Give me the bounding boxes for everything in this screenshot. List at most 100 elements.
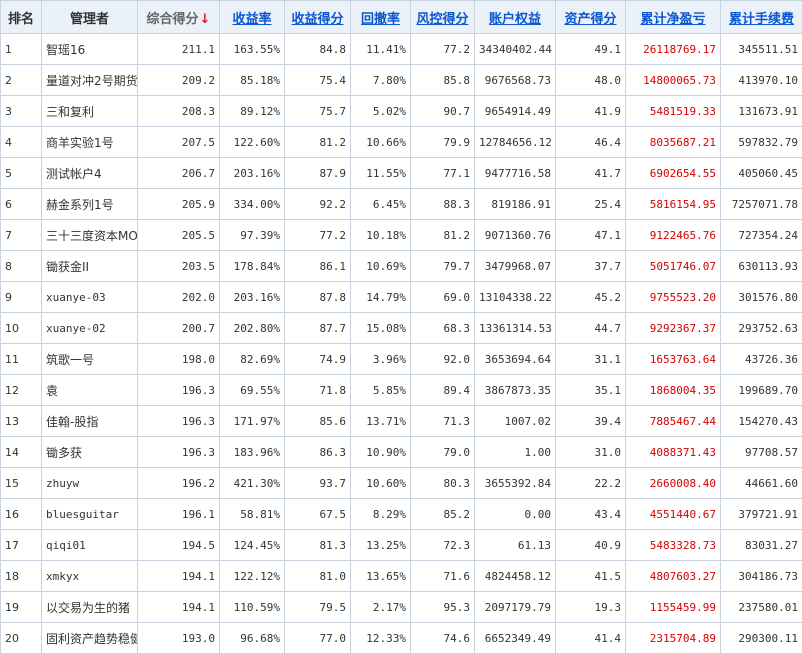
cell-manager[interactable]: xuanye-02 — [41, 312, 138, 344]
cell-manager[interactable]: 佳翰-股指 — [41, 405, 138, 437]
table-row[interactable]: 17 qiqi01 194.5 124.45% 81.3 13.25% 72.3 61.13 4… — [0, 529, 802, 561]
cell-net-pnl: 4807603.27 — [625, 560, 721, 592]
cell-equity: 0.00 — [474, 498, 556, 530]
header-return-score[interactable]: 收益得分 — [284, 0, 351, 34]
header-return-rate[interactable]: 收益率 — [219, 0, 285, 34]
cell-asset-score: 40.9 — [555, 529, 626, 561]
cell-rank: 3 — [0, 95, 42, 127]
cell-composite-score: 205.5 — [137, 219, 220, 251]
arrow-down-icon[interactable]: ↓ — [200, 12, 211, 27]
table-row[interactable]: 16 bluesguitar 196.1 58.81% 67.5 8.29% 85.2 0.0… — [0, 498, 802, 530]
cell-manager[interactable]: 筑歌一号 — [41, 343, 138, 375]
cell-return-rate: 122.12% — [219, 560, 285, 592]
cell-composite-score: 194.5 — [137, 529, 220, 561]
cell-asset-score: 41.7 — [555, 157, 626, 189]
cell-manager[interactable]: 以交易为生的猪 — [41, 591, 138, 623]
cell-manager[interactable]: zhuyw — [41, 467, 138, 499]
cell-fees: 154270.43 — [720, 405, 802, 437]
cell-drawdown: 5.02% — [350, 95, 411, 127]
cell-composite-score: 211.1 — [137, 33, 220, 65]
cell-fees: 97708.57 — [720, 436, 802, 468]
cell-composite-score: 194.1 — [137, 591, 220, 623]
cell-manager[interactable]: 测试帐户4 — [41, 157, 138, 189]
cell-equity: 3653694.64 — [474, 343, 556, 375]
table-row[interactable]: 3 三和复利 208.3 89.12% 75.7 5.02% 90.7 9654914.49 4… — [0, 95, 802, 127]
table-row[interactable]: 8 锄获金II 203.5 178.84% 86.1 10.69% 79.7 3479968.… — [0, 250, 802, 282]
cell-risk-score: 81.2 — [410, 219, 475, 251]
cell-drawdown: 11.41% — [350, 33, 411, 65]
cell-composite-score: 196.3 — [137, 405, 220, 437]
cell-asset-score: 39.4 — [555, 405, 626, 437]
cell-risk-score: 79.0 — [410, 436, 475, 468]
cell-equity: 12784656.12 — [474, 126, 556, 158]
table-row[interactable]: 13 佳翰-股指 196.3 171.97% 85.6 13.71% 71.3 1007.02… — [0, 405, 802, 437]
header-fees[interactable]: 累计手续费 — [720, 0, 802, 34]
cell-manager[interactable]: xmkyx — [41, 560, 138, 592]
table-row[interactable]: 19 以交易为生的猪 194.1 110.59% 79.5 2.17% 95.3 209717… — [0, 591, 802, 623]
cell-manager[interactable]: qiqi01 — [41, 529, 138, 561]
table-row[interactable]: 11 筑歌一号 198.0 82.69% 74.9 3.96% 92.0 3653694.64… — [0, 343, 802, 375]
cell-manager[interactable]: 智瑶16 — [41, 33, 138, 65]
cell-equity: 1007.02 — [474, 405, 556, 437]
cell-asset-score: 45.2 — [555, 281, 626, 313]
header-equity[interactable]: 账户权益 — [474, 0, 556, 34]
cell-manager[interactable]: 袁 — [41, 374, 138, 406]
cell-fees: 7257071.78 — [720, 188, 802, 220]
cell-net-pnl: 4088371.43 — [625, 436, 721, 468]
table-row[interactable]: 4 商羊实验1号 207.5 122.60% 81.2 10.66% 79.9 1278465… — [0, 126, 802, 158]
table-row[interactable]: 9 xuanye-03 202.0 203.16% 87.8 14.79% 69.0 1310… — [0, 281, 802, 313]
cell-return-score: 71.8 — [284, 374, 351, 406]
cell-manager[interactable]: bluesguitar — [41, 498, 138, 530]
cell-return-score: 86.1 — [284, 250, 351, 282]
header-asset-score[interactable]: 资产得分 — [555, 0, 626, 34]
table-row[interactable]: 14 锄多获 196.3 183.96% 86.3 10.90% 79.0 1.00 31.0 4… — [0, 436, 802, 468]
cell-return-score: 67.5 — [284, 498, 351, 530]
cell-risk-score: 68.3 — [410, 312, 475, 344]
cell-drawdown: 7.80% — [350, 64, 411, 96]
table-row[interactable]: 12 袁 196.3 69.55% 71.8 5.85% 89.4 3867873.35 35.… — [0, 374, 802, 406]
cell-risk-score: 71.3 — [410, 405, 475, 437]
cell-manager[interactable]: 三和复利 — [41, 95, 138, 127]
cell-manager[interactable]: xuanye-03 — [41, 281, 138, 313]
table-row[interactable]: 2 量道对冲2号期货 209.2 85.18% 75.4 7.80% 85.8 9676568… — [0, 64, 802, 96]
cell-manager[interactable]: 商羊实验1号 — [41, 126, 138, 158]
table-row[interactable]: 1 智瑶16 211.1 163.55% 84.8 11.41% 77.2 34340402.… — [0, 33, 802, 65]
ranking-table-container: 排名 管理者 综合得分↓ 收益率 收益得分 回撤率 风控得分 账户权益 资产得分… — [0, 0, 802, 653]
cell-risk-score: 79.9 — [410, 126, 475, 158]
header-composite-score[interactable]: 综合得分↓ — [137, 0, 220, 34]
cell-manager[interactable]: 锄多获 — [41, 436, 138, 468]
table-row[interactable]: 18 xmkyx 194.1 122.12% 81.0 13.65% 71.6 4824458… — [0, 560, 802, 592]
cell-rank: 14 — [0, 436, 42, 468]
cell-rank: 7 — [0, 219, 42, 251]
table-row[interactable]: 6 赫金系列1号 205.9 334.00% 92.2 6.45% 88.3 819186.9… — [0, 188, 802, 220]
cell-manager[interactable]: 三十三度资本MOM — [41, 219, 138, 251]
cell-return-rate: 163.55% — [219, 33, 285, 65]
cell-net-pnl: 2315704.89 — [625, 622, 721, 653]
table-row[interactable]: 5 测试帐户4 206.7 203.16% 87.9 11.55% 77.1 9477716.… — [0, 157, 802, 189]
cell-rank: 19 — [0, 591, 42, 623]
cell-rank: 5 — [0, 157, 42, 189]
table-row[interactable]: 15 zhuyw 196.2 421.30% 93.7 10.60% 80.3 3655392… — [0, 467, 802, 499]
cell-asset-score: 37.7 — [555, 250, 626, 282]
cell-composite-score: 198.0 — [137, 343, 220, 375]
cell-return-rate: 124.45% — [219, 529, 285, 561]
cell-return-score: 87.9 — [284, 157, 351, 189]
cell-return-rate: 183.96% — [219, 436, 285, 468]
cell-manager[interactable]: 量道对冲2号期货 — [41, 64, 138, 96]
cell-manager[interactable]: 锄获金II — [41, 250, 138, 282]
cell-net-pnl: 1868004.35 — [625, 374, 721, 406]
table-row[interactable]: 7三十三度资本MOM205.597.39%77.210.18%81.290713… — [0, 219, 802, 251]
cell-drawdown: 6.45% — [350, 188, 411, 220]
cell-equity: 4824458.12 — [474, 560, 556, 592]
table-row[interactable]: 20 固利资产趋势稳健 193.0 96.68% 77.0 12.33% 74.6 66523… — [0, 622, 802, 653]
header-composite-label[interactable]: 综合得分 — [147, 12, 199, 27]
header-risk-score[interactable]: 风控得分 — [410, 0, 475, 34]
cell-equity: 2097179.79 — [474, 591, 556, 623]
cell-return-score: 77.2 — [284, 219, 351, 251]
cell-manager[interactable]: 固利资产趋势稳健 — [41, 622, 138, 653]
header-drawdown[interactable]: 回撤率 — [350, 0, 411, 34]
cell-net-pnl: 14800065.73 — [625, 64, 721, 96]
table-row[interactable]: 10 xuanye-02 200.7 202.80% 87.7 15.08% 68.3 133… — [0, 312, 802, 344]
cell-manager[interactable]: 赫金系列1号 — [41, 188, 138, 220]
header-net-pnl[interactable]: 累计净盈亏 — [625, 0, 721, 34]
